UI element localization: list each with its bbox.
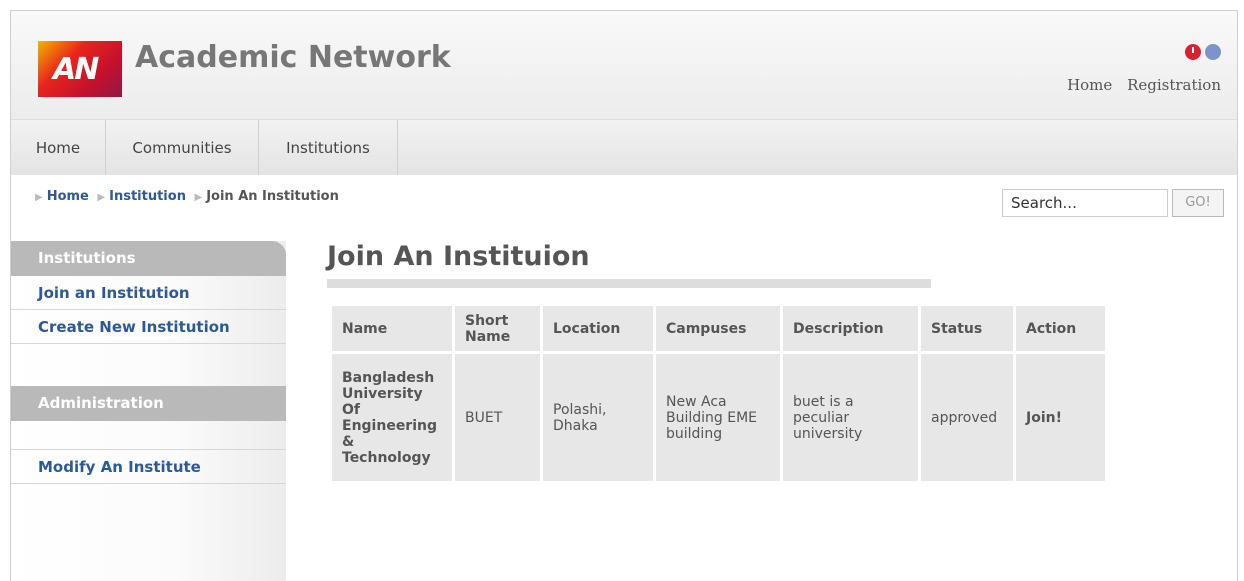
breadcrumb-institution[interactable]: Institution [109, 189, 186, 204]
logo-text: AN [53, 52, 99, 87]
cell-description: buet is a peculiar university [783, 354, 918, 481]
breadcrumb: ▶ Home ▶ Institution ▶ Join An Institution [31, 189, 339, 204]
col-header-name: Name [332, 306, 452, 351]
breadcrumb-arrow-icon: ▶ [194, 192, 203, 203]
cell-campuses: New Aca Building EME building [656, 354, 780, 481]
col-header-short-name: Short Name [455, 306, 540, 351]
title-underline [327, 279, 931, 288]
col-header-action: Action [1016, 306, 1105, 351]
sidebar-link-join-institution[interactable]: Join an Institution [11, 276, 286, 310]
top-link-home[interactable]: Home [1067, 76, 1112, 94]
nav-item-institutions[interactable]: Institutions [259, 120, 398, 176]
page-title: Join An Instituion [327, 241, 590, 272]
cell-name-link[interactable]: Bangladesh University Of Engineering & T… [332, 354, 452, 481]
col-header-status: Status [921, 306, 1013, 351]
main-nav: Home Communities Institutions [11, 119, 1237, 176]
nav-item-communities[interactable]: Communities [106, 120, 259, 176]
cell-status: approved [921, 354, 1013, 481]
top-link-registration[interactable]: Registration [1127, 76, 1221, 94]
clock-icon[interactable] [1185, 44, 1201, 60]
col-header-location: Location [543, 306, 653, 351]
page-frame: AN Academic Network Home Registration Ho… [10, 10, 1238, 581]
sidebar-header-administration: Administration [11, 386, 286, 421]
breadcrumb-arrow-icon: ▶ [35, 192, 43, 203]
sidebar-link-modify-institute[interactable]: Modify An Institute [11, 450, 286, 484]
top-links: Home Registration [1057, 76, 1221, 94]
status-icons [1185, 44, 1221, 60]
join-link[interactable]: Join! [1016, 354, 1105, 481]
breadcrumb-current: Join An Institution [206, 189, 339, 204]
breadcrumb-home[interactable]: Home [47, 189, 89, 204]
col-header-description: Description [783, 306, 918, 351]
sidebar: Institutions Join an Institution Create … [11, 241, 286, 581]
globe-icon[interactable] [1205, 44, 1221, 60]
cell-short-name: BUET [455, 354, 540, 481]
breadcrumb-arrow-icon: ▶ [97, 192, 106, 203]
nav-item-home[interactable]: Home [11, 120, 106, 176]
table-header-row: Name Short Name Location Campuses Descri… [332, 306, 1105, 351]
cell-location: Polashi, Dhaka [543, 354, 653, 481]
search-input[interactable] [1002, 189, 1168, 217]
col-header-campuses: Campuses [656, 306, 780, 351]
site-title: Academic Network [135, 40, 451, 75]
site-logo[interactable]: AN [38, 41, 122, 97]
sidebar-link-create-institution[interactable]: Create New Institution [11, 310, 286, 344]
search-go-button[interactable]: GO! [1172, 189, 1224, 217]
site-header: AN Academic Network Home Registration [11, 11, 1237, 119]
table-row: Bangladesh University Of Engineering & T… [332, 354, 1105, 481]
breadcrumb-bar: ▶ Home ▶ Institution ▶ Join An Institution … [11, 175, 1237, 237]
institutions-table: Name Short Name Location Campuses Descri… [329, 303, 1108, 484]
sidebar-header-institutions: Institutions [11, 241, 286, 276]
